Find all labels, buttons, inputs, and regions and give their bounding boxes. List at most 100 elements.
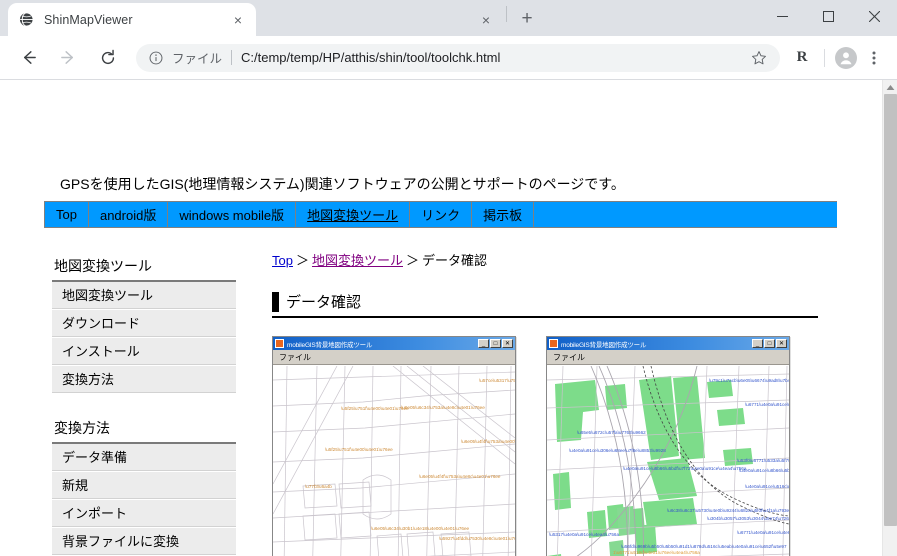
sidebar-list: データ準備 新規 インポート 背景ファイルに変換 データ確認 Shapeインポー… xyxy=(52,442,236,556)
bookmark-star-icon[interactable] xyxy=(750,50,768,66)
tab-divider xyxy=(506,6,507,22)
app-menu-bar: ファイル xyxy=(273,350,515,365)
map-label: \u56fd\u969b\u5b50\u5b50\u91d1\u878d\u51… xyxy=(621,544,787,549)
close-icon[interactable]: × xyxy=(478,12,494,28)
app-menu-bar: ファイル xyxy=(547,350,789,365)
map-label: \u6e05\u4f4f\u753a\u4e8c\u4e01\u76ee xyxy=(419,474,501,479)
app-window-buttons: _ □ ✕ xyxy=(752,339,788,348)
nav-item-windows-mobile[interactable]: windows mobile版 xyxy=(168,202,297,227)
page-scrollbar[interactable] xyxy=(882,80,897,556)
map-label: \u6e05\u6c34\u753a\u4e8c\u4e01\u76ee xyxy=(401,405,485,410)
nav-filler xyxy=(534,202,837,227)
web-page: GPSを使用したGIS(地理情報システム)関連ソフトウェアの公開とサポートのペー… xyxy=(0,80,882,556)
tab-blank[interactable]: × xyxy=(256,3,504,36)
map-canvas-line: \u5f25\u751f\u4e00\u4e01\u76ee \u6e05\u6… xyxy=(273,366,515,556)
window-controls xyxy=(759,0,897,32)
sidebar-item-map-convert-tool[interactable]: 地図変換ツール xyxy=(52,282,236,310)
app-title-bar: mobileGIS背景地図作成ツール _ □ ✕ xyxy=(273,337,515,350)
app-window-title: mobileGIS背景地図作成ツール xyxy=(561,341,647,349)
tab-strip: ShinMapViewer × × + xyxy=(0,0,897,36)
app-maximize-button: □ xyxy=(764,339,775,348)
app-minimize-button: _ xyxy=(478,339,489,348)
breadcrumb: Top ＞地図変換ツール＞データ確認 xyxy=(272,250,832,269)
url-scheme-label: ファイル xyxy=(172,52,223,66)
map-label: \u6771\u4e0a\u91ce\u56db\u4e01 xyxy=(745,402,789,407)
back-button[interactable] xyxy=(13,43,43,73)
sidebar-item-download[interactable]: ダウンロード xyxy=(52,310,236,338)
scrollbar-thumb[interactable] xyxy=(884,94,897,526)
omnibox-divider xyxy=(231,50,233,65)
map-label: \u6e05\u6c34\u30b1\u4e18\u4e00\u4e01\u76… xyxy=(371,526,470,531)
app-window-buttons: _ □ ✕ xyxy=(478,339,514,348)
app-window-title: mobileGIS背景地図作成ツール xyxy=(287,341,373,349)
close-icon[interactable]: × xyxy=(230,12,246,28)
tab-title: ShinMapViewer xyxy=(44,12,133,27)
app-menu-file: ファイル xyxy=(553,352,585,362)
browser-toolbar: ファイル C:/temp/temp/HP/atthis/shin/tool/to… xyxy=(0,36,897,80)
info-circle-icon[interactable] xyxy=(148,50,164,66)
minimize-button[interactable] xyxy=(759,0,805,32)
map-label: \u4e0a\u91ce\u306e\u68ee\u7f8e\u8853\u99… xyxy=(569,448,666,453)
new-tab-button[interactable]: + xyxy=(513,5,541,33)
map-label: \u79c1\u7acb\u6e05\u6674\u9ad8\u7b49\u5b… xyxy=(709,378,789,383)
sidebar: 地図変換ツール 地図変換ツール ダウンロード インストール 変換方法 変換方法 … xyxy=(52,256,236,556)
sidebar-group-method: 変換方法 データ準備 新規 インポート 背景ファイルに変換 データ確認 Shap… xyxy=(52,418,236,556)
main-content: Top ＞地図変換ツール＞データ確認 データ確認 mobileGIS背景地図作成ツ… xyxy=(272,250,832,556)
map-label: \u5f25\u751f\u4e00\u4e01\u76ee xyxy=(341,406,409,411)
sidebar-item-import[interactable]: インポート xyxy=(52,500,236,528)
scroll-up-arrow-icon[interactable] xyxy=(883,80,897,94)
map-label: \u5927\u4fdd\u7530\u4e8c\u4e01\u76ee xyxy=(439,536,515,541)
nav-item-top[interactable]: Top xyxy=(44,202,89,227)
map-canvas-polygon: \u79c1\u7acb\u6e05\u6674\u9ad8\u7b49\u5b… xyxy=(547,366,789,556)
map-label: 1\u6771\u516d\u4e01\u76ee\u4ea4\u756a xyxy=(613,550,700,555)
map-label: \u4e0a\u91ce\u516c\u5712\u99c5 xyxy=(745,484,789,489)
map-label: \u6771\u4e0a\u91ce\u4e8c\u4e01\u76ee xyxy=(737,530,789,535)
nav-item-bbs[interactable]: 掲示板 xyxy=(472,202,535,227)
section-header: データ確認 xyxy=(272,291,818,318)
map-label: \u4e0a\u91ce\u8b66\u5bdf\u7f72\u4e0a\u91… xyxy=(623,466,747,471)
page-viewport: GPSを使用したGIS(地理情報システム)関連ソフトウェアの公開とサポートのペー… xyxy=(0,80,897,556)
breadcrumb-link-top[interactable]: Top xyxy=(272,253,293,268)
map-label: \u5f25\u751f\u4e00\u4e01\u76ee xyxy=(325,447,393,452)
map-label: \u53f0\u6771\u533a\u5f79\u6240\u4e0a\u91… xyxy=(737,458,789,463)
breadcrumb-current: データ確認 xyxy=(422,253,488,268)
breadcrumb-link-tool[interactable]: 地図変換ツール xyxy=(312,253,403,268)
map-label: \u77f3\u6a4b xyxy=(305,484,332,489)
nav-item-links[interactable]: リンク xyxy=(410,202,473,227)
avatar[interactable] xyxy=(835,46,857,69)
page-title: データ確認 xyxy=(286,294,362,311)
browser-window: ShinMapViewer × × + ファイル C:/temp/temp/HP… xyxy=(0,0,897,556)
map-label: \u4e0a\u91ce\u8b66\u5bdf\u7f72 xyxy=(739,468,789,473)
tab-shinmapviewer[interactable]: ShinMapViewer × xyxy=(8,3,256,36)
map-label: \u65e5\u672c\u57fa\u7763\u9662 xyxy=(577,430,646,435)
sidebar-item-convert-method[interactable]: 変換方法 xyxy=(52,366,236,394)
sidebar-item-data-prep[interactable]: データ準備 xyxy=(52,444,236,472)
map-label: \u304b\u3057\u3053\u3044\u5e74\u7269\u75… xyxy=(707,516,789,521)
sidebar-group-title: 地図変換ツール xyxy=(54,258,152,274)
sidebar-group-tool: 地図変換ツール 地図変換ツール ダウンロード インストール 変換方法 xyxy=(52,256,236,394)
reload-button[interactable] xyxy=(93,43,123,73)
app-menu-file: ファイル xyxy=(279,352,311,362)
sidebar-item-install[interactable]: インストール xyxy=(52,338,236,366)
nav-item-map-convert-tool[interactable]: 地図変換ツール xyxy=(296,202,411,227)
screenshot-polygon-map[interactable]: mobileGIS背景地図作成ツール _ □ ✕ ファイル \u79c1\u7a… xyxy=(546,336,790,556)
three-dots-menu-icon[interactable] xyxy=(861,45,887,71)
breadcrumb-separator: ＞ xyxy=(295,253,309,268)
sidebar-item-new[interactable]: 新規 xyxy=(52,472,236,500)
app-icon xyxy=(275,339,284,348)
extension-icon-r[interactable]: R xyxy=(789,45,815,71)
breadcrumb-separator: ＞ xyxy=(406,253,420,268)
url-text[interactable]: C:/temp/temp/HP/atthis/shin/tool/toolchk… xyxy=(241,50,742,65)
nav-item-android[interactable]: android版 xyxy=(88,202,169,227)
forward-button[interactable] xyxy=(53,43,83,73)
sidebar-item-convert-background[interactable]: 背景ファイルに変換 xyxy=(52,528,236,556)
app-maximize-button: □ xyxy=(490,339,501,348)
maximize-button[interactable] xyxy=(805,0,851,32)
close-button[interactable] xyxy=(851,0,897,32)
sidebar-list: 地図変換ツール ダウンロード インストール 変換方法 xyxy=(52,280,236,394)
address-bar[interactable]: ファイル C:/temp/temp/HP/atthis/shin/tool/to… xyxy=(136,43,780,72)
screenshot-line-map[interactable]: mobileGIS背景地図作成ツール _ □ ✕ ファイル \u5f25\u75… xyxy=(272,336,516,556)
app-title-bar: mobileGIS背景地図作成ツール _ □ ✕ xyxy=(547,337,789,350)
app-icon xyxy=(549,339,558,348)
map-label: \u57ce\u5317\u753a\u4e8c\u4e01\u76ee xyxy=(479,378,515,383)
